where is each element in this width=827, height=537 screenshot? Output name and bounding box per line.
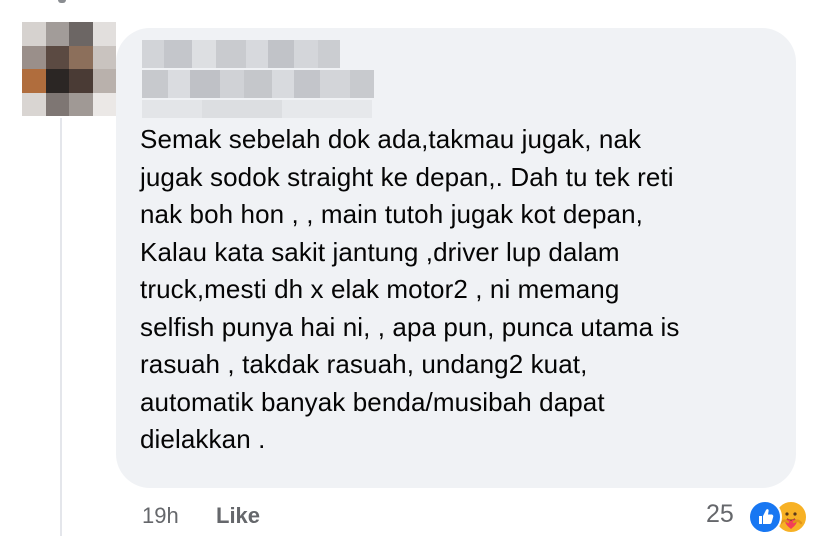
reaction-icons[interactable] (748, 500, 820, 534)
like-button[interactable]: Like (216, 503, 260, 529)
thread-line (60, 118, 62, 536)
comment-text: Semak sebelah dok ada,takmau jugak, nak … (140, 124, 680, 454)
avatar[interactable] (22, 22, 116, 116)
comment-timestamp[interactable]: 19h (142, 503, 179, 529)
comment-bubble: Semak sebelah dok ada,takmau jugak, nak … (116, 28, 796, 488)
like-icon (748, 500, 782, 534)
author-name-blurred[interactable] (142, 40, 388, 118)
reaction-count[interactable]: 25 (706, 500, 734, 529)
thread-dot (58, 0, 66, 3)
